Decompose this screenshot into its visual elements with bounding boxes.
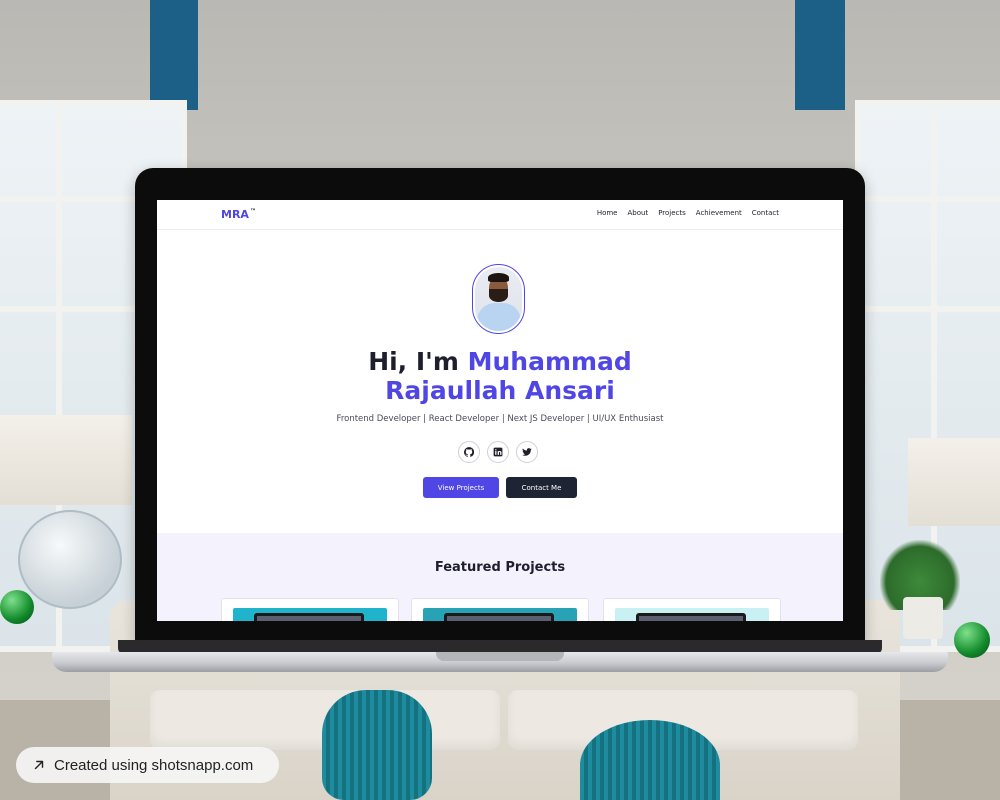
vase [322, 690, 432, 800]
project-card[interactable] [221, 598, 399, 621]
nav-about[interactable]: About [627, 209, 648, 217]
project-card[interactable] [603, 598, 781, 621]
hero-name-line1: Muhammad [467, 347, 632, 376]
nav-achievement[interactable]: Achievement [696, 209, 742, 217]
github-button[interactable] [458, 441, 480, 463]
plant-pot [903, 597, 943, 639]
logo-text: MRA [221, 208, 249, 221]
linkedin-button[interactable] [487, 441, 509, 463]
nav-links: Home About Projects Achievement Contact [597, 209, 779, 217]
ceiling-beam-left [150, 0, 198, 110]
glass-sphere-right [954, 622, 990, 658]
profile-photo-frame [472, 264, 525, 334]
nav-home[interactable]: Home [597, 209, 618, 217]
hero-subtitle: Frontend Developer | React Developer | N… [336, 414, 664, 424]
featured-projects-title: Featured Projects [434, 560, 566, 575]
lamp-base-left [18, 510, 122, 609]
hero-title: Hi, I'm Muhammad Rajaullah Ansari [157, 347, 843, 405]
vase [580, 720, 720, 800]
logo-mark: ™ [249, 208, 256, 216]
navbar: MRA™ Home About Projects Achievement Con… [157, 200, 843, 230]
github-icon [464, 447, 474, 457]
view-projects-button[interactable]: View Projects [423, 477, 499, 498]
lamp-shade-right [908, 438, 1000, 526]
project-thumbnail [615, 608, 769, 621]
glass-sphere-left [0, 590, 34, 624]
laptop-base [52, 652, 948, 672]
project-card[interactable] [411, 598, 589, 621]
project-thumbnail [233, 608, 387, 621]
site-logo[interactable]: MRA™ [221, 208, 256, 221]
arrow-up-right-icon [34, 760, 44, 770]
social-links [458, 441, 538, 463]
lamp-shade-left [0, 415, 132, 505]
laptop-notch [436, 652, 564, 661]
nav-contact[interactable]: Contact [752, 209, 779, 217]
hero-greeting: Hi, I'm [368, 347, 468, 376]
contact-me-button[interactable]: Contact Me [506, 477, 577, 498]
linkedin-icon [493, 447, 503, 457]
twitter-button[interactable] [516, 441, 538, 463]
twitter-icon [522, 448, 532, 456]
nav-projects[interactable]: Projects [658, 209, 686, 217]
created-using-badge[interactable]: Created using shotsnapp.com [16, 747, 279, 783]
featured-projects-section: Featured Projects [157, 533, 843, 621]
project-thumbnail [423, 608, 577, 621]
ceiling-beam-right [795, 0, 845, 110]
profile-photo [475, 267, 522, 331]
badge-text: Created using shotsnapp.com [54, 756, 254, 774]
hero-name-line2: Rajaullah Ansari [385, 376, 615, 405]
laptop-screen: MRA™ Home About Projects Achievement Con… [157, 200, 843, 621]
